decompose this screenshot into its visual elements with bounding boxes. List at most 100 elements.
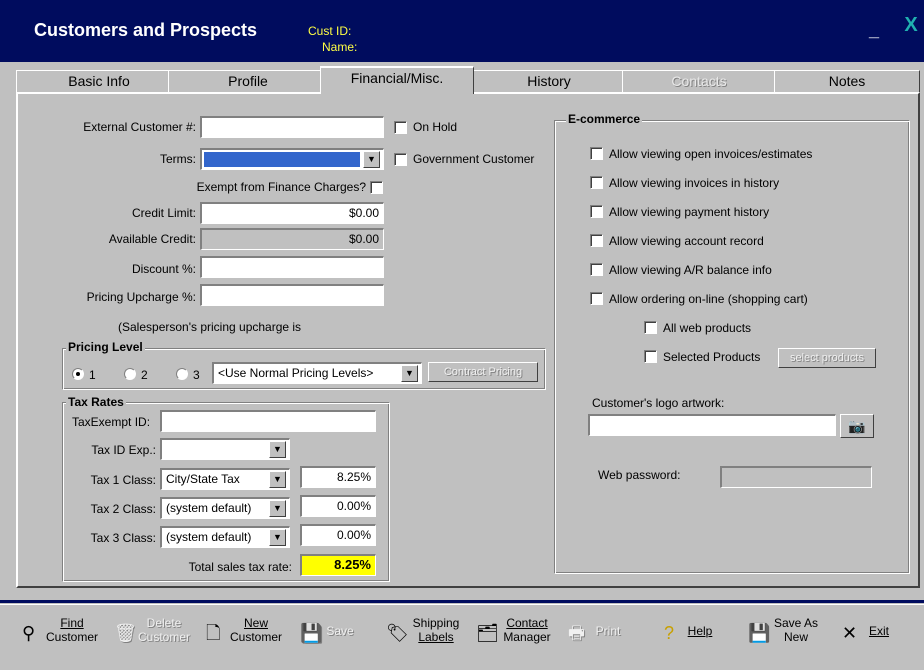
exit-button[interactable]: ✕ Exit <box>842 616 902 660</box>
new-document-icon: 🗋 <box>206 623 221 643</box>
ecom-invoices-history-checkbox[interactable] <box>590 176 603 189</box>
ecom-ar-balance-checkbox[interactable] <box>590 263 603 276</box>
government-customer-checkbox[interactable] <box>394 153 407 166</box>
terms-label: Terms: <box>160 152 196 166</box>
ecom-account-record-checkbox[interactable] <box>590 234 603 247</box>
discount-input[interactable] <box>200 256 384 278</box>
pricing-level-label-3: 3 <box>193 368 200 382</box>
shipping-label-1: Shipping <box>412 616 460 630</box>
web-password-label: Web password: <box>598 468 681 482</box>
close-x-icon: ✕ <box>842 623 858 643</box>
ecom-ar-balance-label: Allow viewing A/R balance info <box>609 263 772 277</box>
available-credit-field: $0.00 <box>200 228 384 250</box>
chevron-down-icon[interactable]: ▼ <box>269 441 286 458</box>
contact-cards-icon: 🗂 <box>476 623 499 643</box>
tax-exempt-id-label: TaxExempt ID: <box>72 415 151 429</box>
find-customer-button[interactable]: ⚲ Find Customer <box>22 616 102 660</box>
shipping-labels-button[interactable]: 🏷 Shipping Labels <box>386 616 466 660</box>
minimize-button[interactable]: _ <box>864 20 884 40</box>
new-label-2: Customer <box>229 630 282 644</box>
tax-1-rate-input[interactable]: 8.25% <box>300 466 376 488</box>
chevron-down-icon[interactable]: ▼ <box>401 365 418 382</box>
save-button[interactable]: 💾 Save <box>300 616 360 660</box>
print-button[interactable]: 🖶 Print <box>568 616 628 660</box>
on-hold-checkbox[interactable] <box>394 121 407 134</box>
ecom-open-invoices-checkbox[interactable] <box>590 147 603 160</box>
tax-2-class-value: (system default) <box>166 501 252 515</box>
tab-history[interactable]: History <box>472 70 626 92</box>
tax-id-exp-select[interactable]: ▼ <box>160 438 290 460</box>
tax-1-class-select[interactable]: City/State Tax ▼ <box>160 468 290 490</box>
pricing-level-radio-1[interactable] <box>72 368 84 380</box>
ecommerce-title: E-commerce <box>566 112 643 126</box>
chevron-down-icon[interactable]: ▼ <box>363 151 380 168</box>
tab-label: Contacts <box>671 73 727 89</box>
tax-3-class-select[interactable]: (system default) ▼ <box>160 526 290 548</box>
close-button[interactable]: X <box>898 14 924 38</box>
selected-products-checkbox[interactable] <box>644 350 657 363</box>
all-web-products-checkbox[interactable] <box>644 321 657 334</box>
external-customer-label: External Customer #: <box>83 120 196 134</box>
save-as-label-1: Save As <box>773 616 819 630</box>
tab-profile[interactable]: Profile <box>168 70 328 92</box>
tax-1-class-label: Tax 1 Class: <box>90 473 156 487</box>
find-label-2: Customer <box>45 630 98 644</box>
help-button[interactable]: ? Help <box>664 616 724 660</box>
save-label: Save <box>326 624 354 638</box>
selected-products-label: Selected Products <box>663 350 761 364</box>
pricing-level-title: Pricing Level <box>66 340 145 354</box>
tab-notes[interactable]: Notes <box>774 70 920 92</box>
terms-selected-value <box>204 152 360 167</box>
contract-pricing-button[interactable]: Contract Pricing <box>428 362 538 382</box>
pricing-upcharge-input[interactable] <box>200 284 384 306</box>
logo-artwork-input[interactable] <box>588 414 836 436</box>
tax-2-class-select[interactable]: (system default) ▼ <box>160 497 290 519</box>
delete-customer-button[interactable]: 🗑 Delete Customer <box>114 616 194 660</box>
tax-3-rate-input[interactable]: 0.00% <box>300 524 376 546</box>
new-customer-button[interactable]: 🗋 New Customer <box>206 616 286 660</box>
save-as-new-button[interactable]: 💾 Save As New <box>748 616 828 660</box>
tab-label: Financial/Misc. <box>350 70 444 86</box>
chevron-down-icon[interactable]: ▼ <box>269 471 286 488</box>
tab-financial-misc[interactable]: Financial/Misc. <box>320 66 474 94</box>
ecom-ordering-checkbox[interactable] <box>590 292 603 305</box>
discount-label: Discount %: <box>131 262 196 276</box>
name-label: Name: <box>322 40 358 54</box>
pricing-level-label-2: 2 <box>141 368 148 382</box>
window-title: Customers and Prospects <box>34 20 258 40</box>
on-hold-label: On Hold <box>413 120 458 134</box>
pricing-level-radio-2[interactable] <box>124 368 136 380</box>
select-products-button[interactable]: select products <box>778 348 876 368</box>
tax-2-class-label: Tax 2 Class: <box>90 502 156 516</box>
pricing-level-radio-3[interactable] <box>176 368 188 380</box>
tab-label: Profile <box>228 73 268 89</box>
chevron-down-icon[interactable]: ▼ <box>269 500 286 517</box>
binoculars-icon: ⚲ <box>22 623 36 643</box>
tax-2-rate-input[interactable]: 0.00% <box>300 495 376 517</box>
chevron-down-icon[interactable]: ▼ <box>269 529 286 546</box>
external-customer-input[interactable] <box>200 116 384 138</box>
delete-label-2: Customer <box>137 630 190 644</box>
cust-id-label: Cust ID: <box>308 24 352 38</box>
tax-exempt-id-input[interactable] <box>160 410 376 432</box>
credit-limit-input[interactable]: $0.00 <box>200 202 384 224</box>
print-label: Print <box>595 624 621 638</box>
exempt-finance-checkbox[interactable] <box>370 181 383 194</box>
terms-select[interactable]: ▼ <box>200 148 384 170</box>
tab-contacts[interactable]: Contacts <box>622 70 776 92</box>
contact-label-2: Manager <box>503 630 551 644</box>
pricing-level-value: <Use Normal Pricing Levels> <box>218 366 374 380</box>
printer-icon: 🖶 <box>568 623 585 643</box>
ecom-payment-history-checkbox[interactable] <box>590 205 603 218</box>
tab-label: Notes <box>828 73 866 89</box>
ecom-ordering-label: Allow ordering on-line (shopping cart) <box>609 292 808 306</box>
find-label-1: Find <box>60 616 84 630</box>
contact-manager-button[interactable]: 🗂 Contact Manager <box>476 616 556 660</box>
camera-icon[interactable]: 📷 <box>840 414 874 438</box>
web-password-input[interactable] <box>720 466 872 488</box>
tax-id-exp-label: Tax ID Exp.: <box>91 443 156 457</box>
tab-basic-info[interactable]: Basic Info <box>16 70 182 92</box>
pricing-level-select[interactable]: <Use Normal Pricing Levels> ▼ <box>212 362 422 384</box>
contact-label-1: Contact <box>506 616 548 630</box>
credit-limit-label: Credit Limit: <box>131 206 196 220</box>
